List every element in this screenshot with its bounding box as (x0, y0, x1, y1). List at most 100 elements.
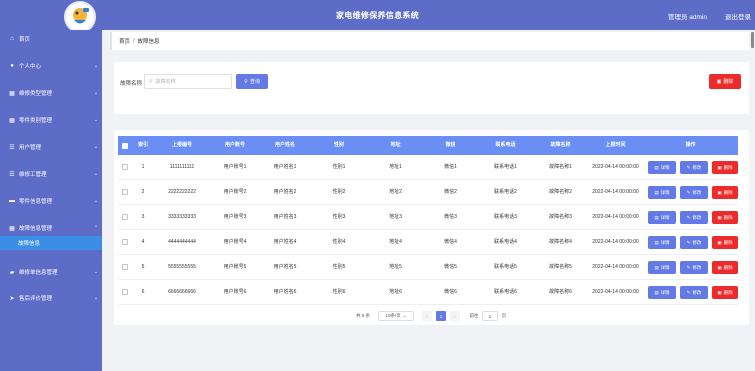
cell-time: 2022-04-14 00:00:00 (592, 163, 639, 170)
cell-account: 用户账号6 (223, 288, 247, 295)
header-phone[interactable]: 联系电话 (478, 136, 533, 155)
sidebar-item-reviews[interactable]: ➤ 售后评价管理 ⌄ (0, 289, 102, 307)
detail-button[interactable]: ▤ 详情 (648, 161, 676, 174)
edit-icon: ✎ (686, 214, 691, 220)
sidebar-item-parts[interactable]: ▬ 零件信息管理 ⌄ (0, 192, 102, 210)
breadcrumb-home[interactable]: 首页 (119, 37, 130, 45)
header-wechat[interactable]: 微信 (423, 136, 478, 155)
cell-index: 6 (141, 288, 145, 295)
edit-button[interactable]: ✎ 修改 (680, 261, 708, 274)
cell-index: 1 (141, 163, 145, 170)
edit-button[interactable]: ✎ 修改 (680, 286, 708, 299)
sidebar-item-part-category[interactable]: ▦ 零件类别管理 ⌄ (0, 111, 102, 129)
table-row: 6 6666666666 用户账号6 用户姓名6 性别6 地址6 微信6 联系电… (118, 280, 738, 305)
cell-name: 用户姓名2 (273, 188, 297, 195)
sidebar-item-users[interactable]: ☰ 用户管理 ⌄ (0, 138, 102, 156)
edit-button[interactable]: ✎ 修改 (680, 161, 708, 174)
goto-page-input[interactable]: 1 (482, 311, 498, 321)
delete-label: 删除 (723, 164, 733, 170)
delete-button[interactable]: ▣ 删除 (712, 186, 738, 199)
sidebar-item-label: 维修工管理 (19, 172, 47, 178)
sidebar-subitem-fault-info[interactable]: 故障信息 (0, 236, 102, 250)
header-actions: 操作 (685, 142, 696, 148)
sidebar-item-personal-center[interactable]: ● 个人中心 ⌄ (0, 57, 102, 75)
header-time[interactable]: 上报时间 (588, 136, 643, 155)
sidebar-item-faults[interactable]: ▦ 故障信息管理 ⌃ (0, 219, 102, 237)
row-checkbox[interactable] (122, 189, 128, 195)
delete-button[interactable]: ▣ 删除 (712, 161, 738, 174)
prev-page-button[interactable]: ‹ (422, 311, 432, 321)
detail-button[interactable]: ▤ 详情 (648, 286, 676, 299)
delete-button[interactable]: ▣ 删除 (712, 261, 738, 274)
cell-address: 地址5 (389, 263, 402, 270)
detail-button[interactable]: ▤ 详情 (648, 186, 676, 199)
cell-address: 地址2 (389, 188, 402, 195)
cell-wechat: 微信2 (444, 188, 457, 195)
detail-button[interactable]: ▤ 详情 (648, 211, 676, 224)
edit-button[interactable]: ✎ 修改 (680, 211, 708, 224)
header-code[interactable]: 上报编号 (154, 136, 210, 155)
search-input[interactable]: ⚲ 故障名称 (144, 74, 232, 89)
header-fault[interactable]: 故障名称 (533, 136, 588, 155)
cell-account: 用户账号3 (223, 213, 247, 220)
detail-button[interactable]: ▤ 详情 (648, 236, 676, 249)
cell-time: 2022-04-14 00:00:00 (592, 188, 639, 195)
row-checkbox[interactable] (122, 164, 128, 170)
cell-code: 4444444444 (168, 238, 196, 245)
edit-button[interactable]: ✎ 修改 (680, 236, 708, 249)
header-address[interactable]: 地址 (368, 136, 423, 155)
detail-button[interactable]: ▤ 详情 (648, 261, 676, 274)
search-panel: 故障名称 ⚲ 故障名称 ⚲ 查询 ▣ 删除 (114, 62, 749, 114)
logout-link[interactable]: 退出登录 (725, 11, 751, 21)
delete-label: 删除 (723, 239, 733, 245)
pagination-total: 共 6 条 (355, 313, 370, 318)
cell-time: 2022-04-14 00:00:00 (592, 238, 639, 245)
sidebar-item-label: 维修单信息管理 (19, 270, 58, 276)
row-checkbox[interactable] (122, 239, 128, 245)
edit-label: 修改 (692, 289, 702, 295)
header-gender[interactable]: 性别 (310, 136, 368, 155)
delete-button[interactable]: ▣ 删除 (712, 236, 738, 249)
sidebar-item-home[interactable]: ⌂ 首页 (0, 30, 102, 48)
edit-label: 修改 (692, 214, 702, 220)
row-checkbox[interactable] (122, 214, 128, 220)
chevron-down-icon: ⌄ (93, 63, 99, 69)
edit-icon: ✎ (686, 189, 691, 195)
cell-account: 用户账号1 (223, 163, 247, 170)
table-row: 1 1111111111 用户账号1 用户姓名1 性别1 地址1 微信1 联系电… (118, 155, 738, 180)
sidebar-item-repair-orders[interactable]: ▰ 维修单信息管理 ⌄ (0, 263, 102, 281)
page-scrollbar[interactable] (751, 32, 754, 48)
cell-name: 用户姓名1 (273, 163, 297, 170)
search-placeholder: 故障名称 (155, 79, 176, 85)
cell-wechat: 微信3 (444, 213, 457, 220)
row-checkbox[interactable] (122, 264, 128, 270)
breadcrumb: 首页 / 故障信息 (110, 32, 749, 50)
header-account[interactable]: 用户账号 (210, 136, 260, 155)
page-number-current[interactable]: 1 (436, 311, 446, 321)
delete-button[interactable]: ▣ 删除 (712, 286, 738, 299)
cell-address: 地址1 (389, 163, 402, 170)
row-checkbox[interactable] (122, 289, 128, 295)
select-all-checkbox[interactable] (122, 142, 128, 149)
header-name[interactable]: 用户姓名 (260, 136, 310, 155)
sidebar-item-repairmen[interactable]: ☰ 维修工管理 ⌄ (0, 165, 102, 183)
chevron-down-icon: ⌄ (93, 117, 99, 123)
sidebar: ⌂ 首页 ● 个人中心 ⌄ ▦ 维修类型管理 ⌄ ▦ 零件类别管理 ⌄ ☰ 用户… (0, 30, 102, 371)
query-button[interactable]: ⚲ 查询 (236, 74, 268, 89)
batch-delete-button[interactable]: ▣ 删除 (709, 74, 741, 89)
table-row: 2 2222222222 用户账号2 用户姓名2 性别2 地址2 微信2 联系电… (118, 180, 738, 205)
next-page-button[interactable]: › (450, 311, 460, 321)
header-index: 索引 (137, 142, 148, 148)
page-size-select[interactable]: 10条/页 ⌄ (378, 311, 414, 321)
trash-icon: ▣ (717, 189, 722, 195)
sidebar-item-label: 个人中心 (19, 64, 42, 70)
page-size-value: 10条/页 (385, 313, 401, 318)
cell-phone: 联系电话2 (494, 188, 517, 195)
cell-code: 6666666666 (168, 288, 196, 295)
sidebar-item-repair-type[interactable]: ▦ 维修类型管理 ⌄ (0, 84, 102, 102)
edit-button[interactable]: ✎ 修改 (680, 186, 708, 199)
delete-button[interactable]: ▣ 删除 (712, 211, 738, 224)
user-icon: ● (10, 63, 14, 69)
cell-wechat: 微信1 (444, 163, 457, 170)
cell-wechat: 微信4 (444, 238, 457, 245)
